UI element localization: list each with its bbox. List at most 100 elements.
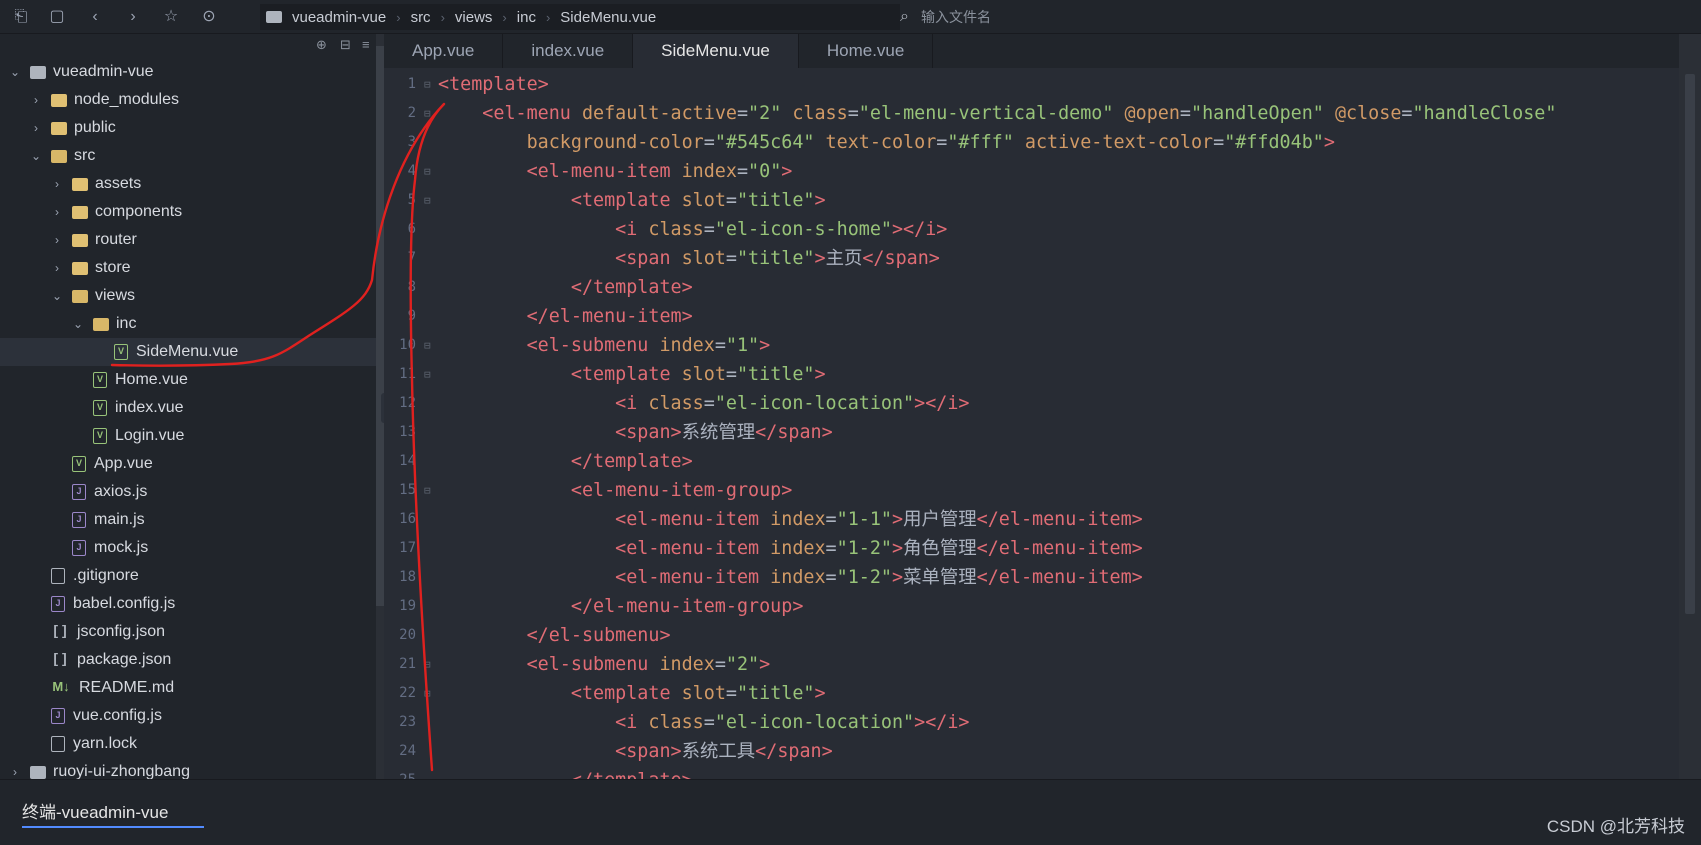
breadcrumb-item[interactable]: views	[455, 9, 493, 26]
tree-item[interactable]: Jvue.config.js	[0, 702, 376, 730]
code-line[interactable]: 14 </template>	[384, 447, 1684, 476]
fold-icon[interactable]: ⊟	[424, 99, 431, 128]
locate-icon[interactable]: ⊕	[316, 37, 327, 53]
collapse-all-icon[interactable]: ⊟	[340, 37, 351, 53]
tree-item[interactable]: Vindex.vue	[0, 394, 376, 422]
code-area[interactable]: 1 ⊟ <template> 2 ⊟ <el-menu default-active="…	[384, 70, 1701, 779]
code-token: </span>	[755, 741, 833, 762]
scrollbar-thumb[interactable]	[1685, 74, 1695, 614]
code-line[interactable]: 9 </el-menu-item>	[384, 302, 1684, 331]
search-input[interactable]: 输入文件名	[921, 7, 991, 27]
chevron-down-icon[interactable]: ⌄	[29, 149, 43, 163]
tree-item[interactable]: ⌄ inc	[0, 310, 376, 338]
tree-item[interactable]: Jmock.js	[0, 534, 376, 562]
code-line[interactable]: 25 </template>	[384, 766, 1684, 779]
tree-item[interactable]: › components	[0, 198, 376, 226]
chevron-right-icon[interactable]: ›	[50, 233, 64, 247]
fold-icon[interactable]: ⊟	[424, 157, 431, 186]
tree-item[interactable]: ⌄ vueadmin-vue	[0, 58, 376, 86]
tree-item[interactable]: V App.vue	[0, 450, 376, 478]
editor-scrollbar[interactable]	[1679, 34, 1701, 779]
chevron-down-icon[interactable]: ⌄	[8, 65, 22, 79]
tree-item[interactable]: Jaxios.js	[0, 478, 376, 506]
code-line[interactable]: 6 <i class="el-icon-s-home"></i>	[384, 215, 1684, 244]
code-line[interactable]: 24 <span>系统工具</span>	[384, 737, 1684, 766]
code-line[interactable]: 13 <span>系统管理</span>	[384, 418, 1684, 447]
fold-icon[interactable]: ⊟	[424, 650, 431, 679]
code-token: <template	[570, 190, 682, 211]
code-line[interactable]: 22 ⊟ <template slot="title">	[384, 679, 1684, 708]
chevron-right-icon[interactable]: ›	[50, 205, 64, 219]
tree-item[interactable]: V Home.vue	[0, 366, 376, 394]
tree-item[interactable]: M↓ README.md	[0, 674, 376, 702]
tree-item[interactable]: ⌄ src	[0, 142, 376, 170]
code-line[interactable]: 10 ⊟ <el-submenu index="1">	[384, 331, 1684, 360]
breadcrumb-item[interactable]: inc	[517, 9, 536, 26]
fold-icon[interactable]: ⊟	[424, 186, 431, 215]
forward-icon[interactable]: ›	[122, 6, 144, 28]
code-line[interactable]: 8 </template>	[384, 273, 1684, 302]
code-line[interactable]: 1 ⊟ <template>	[384, 70, 1684, 99]
code-line[interactable]: 11 ⊟ <template slot="title">	[384, 360, 1684, 389]
tree-item[interactable]: ⌄ views	[0, 282, 376, 310]
code-text: <el-menu default-active="2" class="el-me…	[438, 99, 1556, 128]
fold-icon[interactable]: ⊟	[424, 679, 431, 708]
tree-item[interactable]: V SideMenu.vue	[0, 338, 376, 366]
code-line[interactable]: 21 ⊟ <el-submenu index="2">	[384, 650, 1684, 679]
editor-tab[interactable]: SideMenu.vue	[633, 34, 799, 68]
tree-item[interactable]: [ ] jsconfig.json	[0, 618, 376, 646]
file-tree-toggle-icon[interactable]: ⎗	[10, 6, 32, 28]
chevron-right-icon[interactable]: ›	[8, 765, 22, 779]
code-line[interactable]: 23 <i class="el-icon-location"></i>	[384, 708, 1684, 737]
code-line[interactable]: 16 <el-menu-item index="1-1">用户管理</el-me…	[384, 505, 1684, 534]
editor-tab[interactable]: index.vue	[503, 34, 634, 68]
code-line[interactable]: 7 <span slot="title">主页</span>	[384, 244, 1684, 273]
chevron-right-icon[interactable]: ›	[50, 177, 64, 191]
code-line[interactable]: 12 <i class="el-icon-location"></i>	[384, 389, 1684, 418]
breadcrumb-item[interactable]: vueadmin-vue	[292, 9, 386, 26]
code-line[interactable]: 3 background-color="#545c64" text-color=…	[384, 128, 1684, 157]
project-folder-icon	[30, 765, 46, 779]
tree-item[interactable]: yarn.lock	[0, 730, 376, 758]
code-line[interactable]: 20 </el-submenu>	[384, 621, 1684, 650]
file-search[interactable]: ⌕ 输入文件名	[900, 4, 1690, 30]
code-line[interactable]: 4 ⊟ <el-menu-item index="0">	[384, 157, 1684, 186]
chevron-down-icon[interactable]: ⌄	[50, 289, 64, 303]
menu-icon[interactable]: ≡	[362, 37, 370, 52]
editor-tab[interactable]: Home.vue	[799, 34, 934, 68]
breadcrumb-item[interactable]: SideMenu.vue	[560, 9, 656, 26]
code-line[interactable]: 17 <el-menu-item index="1-2">角色管理</el-me…	[384, 534, 1684, 563]
tree-item[interactable]: › router	[0, 226, 376, 254]
tree-item[interactable]: › store	[0, 254, 376, 282]
code-line[interactable]: 18 <el-menu-item index="1-2">菜单管理</el-me…	[384, 563, 1684, 592]
star-icon[interactable]: ☆	[160, 6, 182, 28]
tree-item[interactable]: › public	[0, 114, 376, 142]
scrollbar-thumb[interactable]	[376, 46, 384, 606]
editor-tab[interactable]: App.vue	[384, 34, 504, 68]
run-icon[interactable]: ⊙	[198, 6, 220, 28]
breadcrumb-item[interactable]: src	[411, 9, 431, 26]
chevron-right-icon[interactable]: ›	[29, 93, 43, 107]
tree-item[interactable]: Jmain.js	[0, 506, 376, 534]
tree-item[interactable]: V Login.vue	[0, 422, 376, 450]
fold-icon[interactable]: ⊟	[424, 331, 431, 360]
tree-item[interactable]: .gitignore	[0, 562, 376, 590]
code-line[interactable]: 19 </el-menu-item-group>	[384, 592, 1684, 621]
tree-item[interactable]: [ ] package.json	[0, 646, 376, 674]
tree-item[interactable]: › node_modules	[0, 86, 376, 114]
fold-icon[interactable]: ⊟	[424, 476, 431, 505]
code-line[interactable]: 15 ⊟ <el-menu-item-group>	[384, 476, 1684, 505]
fold-icon[interactable]: ⊟	[424, 360, 431, 389]
chevron-down-icon[interactable]: ⌄	[71, 317, 85, 331]
save-icon[interactable]: ▢	[46, 6, 68, 28]
back-icon[interactable]: ‹	[84, 6, 106, 28]
chevron-right-icon[interactable]: ›	[50, 261, 64, 275]
chevron-right-icon[interactable]: ›	[29, 121, 43, 135]
tree-item[interactable]: › assets	[0, 170, 376, 198]
code-editor[interactable]: App.vue index.vue SideMenu.vue Home.vue 1 ⊟ <…	[384, 34, 1701, 779]
fold-icon[interactable]: ⊟	[424, 70, 431, 99]
code-line[interactable]: 5 ⊟ <template slot="title">	[384, 186, 1684, 215]
terminal-tab[interactable]: 终端-vueadmin-vue	[22, 798, 204, 828]
code-line[interactable]: 2 ⊟ <el-menu default-active="2" class="el…	[384, 99, 1684, 128]
tree-item[interactable]: Jbabel.config.js	[0, 590, 376, 618]
